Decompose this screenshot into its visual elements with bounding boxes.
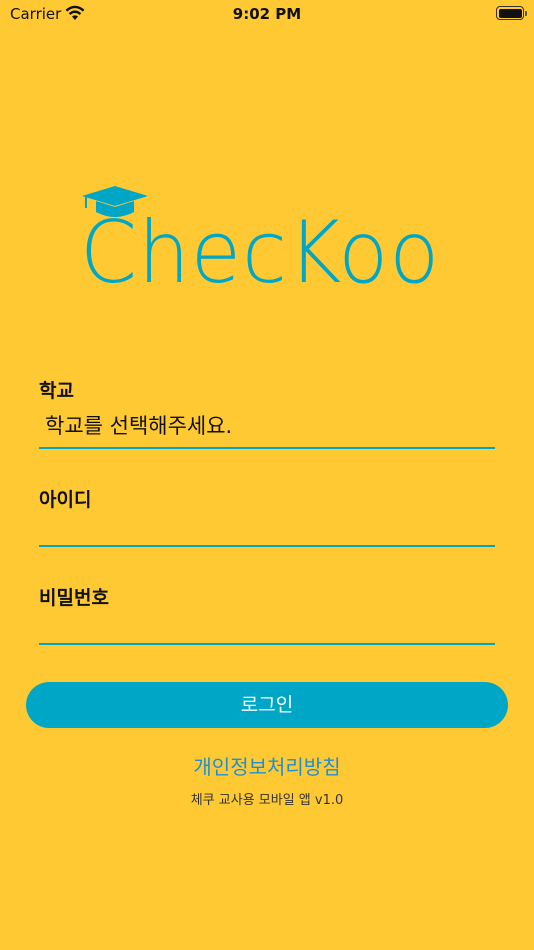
status-bar: Carrier 9:02 PM <box>0 0 534 28</box>
status-time: 9:02 PM <box>232 5 302 23</box>
privacy-policy-link[interactable]: 개인정보처리방침 <box>0 751 534 780</box>
user-id-label: 아이디 <box>39 489 92 511</box>
password-label: 비밀번호 <box>39 587 109 609</box>
user-id-underline <box>39 545 495 547</box>
login-button[interactable]: 로그인 <box>26 682 508 728</box>
user-id-input[interactable] <box>39 516 499 544</box>
app-logo: ChecKoo <box>80 186 460 306</box>
version-text: 체쿠 교사용 모바일 앱 v1.0 <box>190 793 344 808</box>
school-label: 학교 <box>39 380 74 402</box>
password-input[interactable] <box>39 614 499 642</box>
school-underline <box>39 447 495 449</box>
password-underline <box>39 643 495 645</box>
logo-text: ChecKoo <box>80 203 441 303</box>
school-select[interactable]: 학교를 선택해주세요. <box>45 410 232 440</box>
battery-icon <box>496 6 527 20</box>
